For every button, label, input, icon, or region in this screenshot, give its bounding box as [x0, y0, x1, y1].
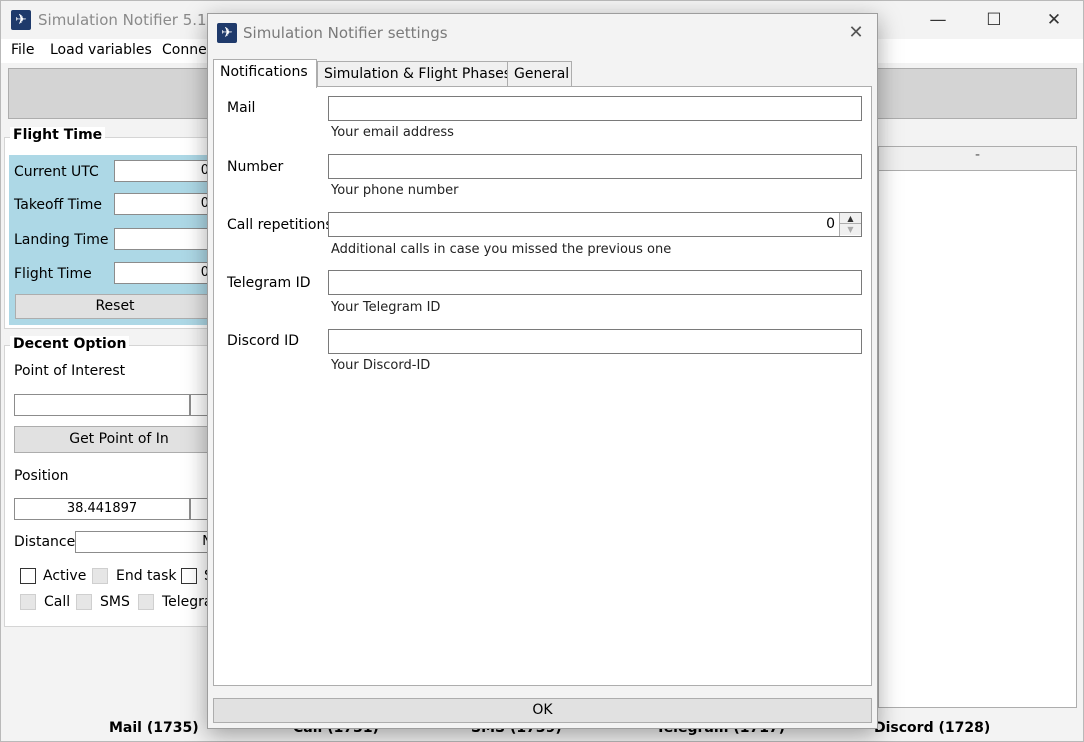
- distance-label: Distance: [14, 534, 76, 550]
- discord-id-hint: Your Discord-ID: [331, 358, 431, 373]
- position-label: Position: [14, 468, 69, 484]
- menu-file[interactable]: File: [11, 42, 34, 58]
- call-checkbox[interactable]: [20, 594, 36, 610]
- telegram-id-input[interactable]: [328, 270, 862, 295]
- main-title: Simulation Notifier 5.1.0.9: [38, 11, 236, 29]
- s-checkbox[interactable]: [181, 568, 197, 584]
- close-icon[interactable]: ✕: [1031, 7, 1077, 33]
- position-field[interactable]: 38.441897: [14, 498, 190, 520]
- sms-checkbox[interactable]: [76, 594, 92, 610]
- tab-notifications[interactable]: Notifications: [213, 59, 317, 88]
- mail-label: Mail: [227, 100, 256, 116]
- call-repetitions-hint: Additional calls in case you missed the …: [331, 242, 672, 257]
- end-task-label: End task: [116, 568, 177, 584]
- end-task-checkbox[interactable]: [92, 568, 108, 584]
- call-repetitions-value: 0: [826, 216, 835, 232]
- stepper-up-icon[interactable]: ▲: [840, 213, 861, 224]
- call-repetitions-stepper[interactable]: 0 ▲ ▼: [328, 212, 862, 237]
- telegram-label: Telegra: [162, 594, 213, 610]
- telegram-checkbox[interactable]: [138, 594, 154, 610]
- close-icon[interactable]: ✕: [840, 20, 872, 46]
- settings-dialog: ✈ Simulation Notifier settings ✕ Notific…: [207, 13, 878, 729]
- call-repetitions-label: Call repetitions: [227, 217, 333, 233]
- current-utc-field[interactable]: 0: [114, 160, 214, 182]
- log-header: -: [879, 147, 1076, 171]
- airplane-icon: ✈: [11, 10, 31, 30]
- flight-time-label: Flight Time: [14, 266, 92, 282]
- discord-id-input[interactable]: [328, 329, 862, 354]
- telegram-id-label: Telegram ID: [227, 275, 311, 291]
- menu-load-variables[interactable]: Load variables: [50, 42, 152, 58]
- discord-id-label: Discord ID: [227, 333, 299, 349]
- menu-connect[interactable]: Conne: [162, 42, 207, 58]
- flight-time-title: Flight Time: [10, 127, 106, 143]
- flight-time-field[interactable]: 0: [114, 262, 214, 284]
- distance-field[interactable]: Na: [75, 531, 225, 553]
- ok-button[interactable]: OK: [213, 698, 872, 723]
- sms-label: SMS: [100, 594, 130, 610]
- current-utc-label: Current UTC: [14, 164, 99, 180]
- tab-simulation-flight-phases[interactable]: Simulation & Flight Phases: [317, 61, 511, 87]
- mail-hint: Your email address: [331, 125, 454, 140]
- landing-time-field[interactable]: [114, 228, 214, 250]
- mail-input[interactable]: [328, 96, 862, 121]
- stepper-buttons: ▲ ▼: [839, 213, 861, 236]
- number-input[interactable]: [328, 154, 862, 179]
- takeoff-time-field[interactable]: 0: [114, 193, 214, 215]
- notifications-panel: Mail Your email address Number Your phon…: [213, 86, 872, 686]
- number-hint: Your phone number: [331, 183, 459, 198]
- get-poi-button[interactable]: Get Point of In: [14, 426, 224, 453]
- stepper-down-icon[interactable]: ▼: [840, 224, 861, 235]
- landing-time-label: Landing Time: [14, 232, 109, 248]
- tab-general[interactable]: General: [507, 61, 572, 87]
- decent-option-group: [4, 345, 214, 627]
- number-label: Number: [227, 159, 284, 175]
- minimize-icon[interactable]: —: [915, 7, 961, 33]
- dialog-titlebar: ✈ Simulation Notifier settings ✕: [208, 14, 877, 52]
- dialog-title: Simulation Notifier settings: [243, 24, 448, 42]
- active-label: Active: [43, 568, 87, 584]
- reset-button[interactable]: Reset: [15, 294, 215, 319]
- flight-time-panel: Current UTC 0 Takeoff Time 0 Landing Tim…: [9, 155, 215, 325]
- log-panel: -: [878, 146, 1077, 708]
- decent-option-title: Decent Option: [10, 336, 130, 352]
- active-checkbox[interactable]: [20, 568, 36, 584]
- telegram-id-hint: Your Telegram ID: [331, 300, 441, 315]
- takeoff-time-label: Takeoff Time: [14, 197, 102, 213]
- call-label: Call: [44, 594, 71, 610]
- poi-label: Point of Interest: [14, 363, 126, 379]
- maximize-icon[interactable]: ☐: [971, 7, 1017, 33]
- poi-field-1[interactable]: [14, 394, 190, 416]
- airplane-icon: ✈: [217, 23, 237, 43]
- tab-mail[interactable]: Mail (1735): [109, 720, 199, 736]
- tab-discord[interactable]: Discord (1728): [874, 720, 990, 736]
